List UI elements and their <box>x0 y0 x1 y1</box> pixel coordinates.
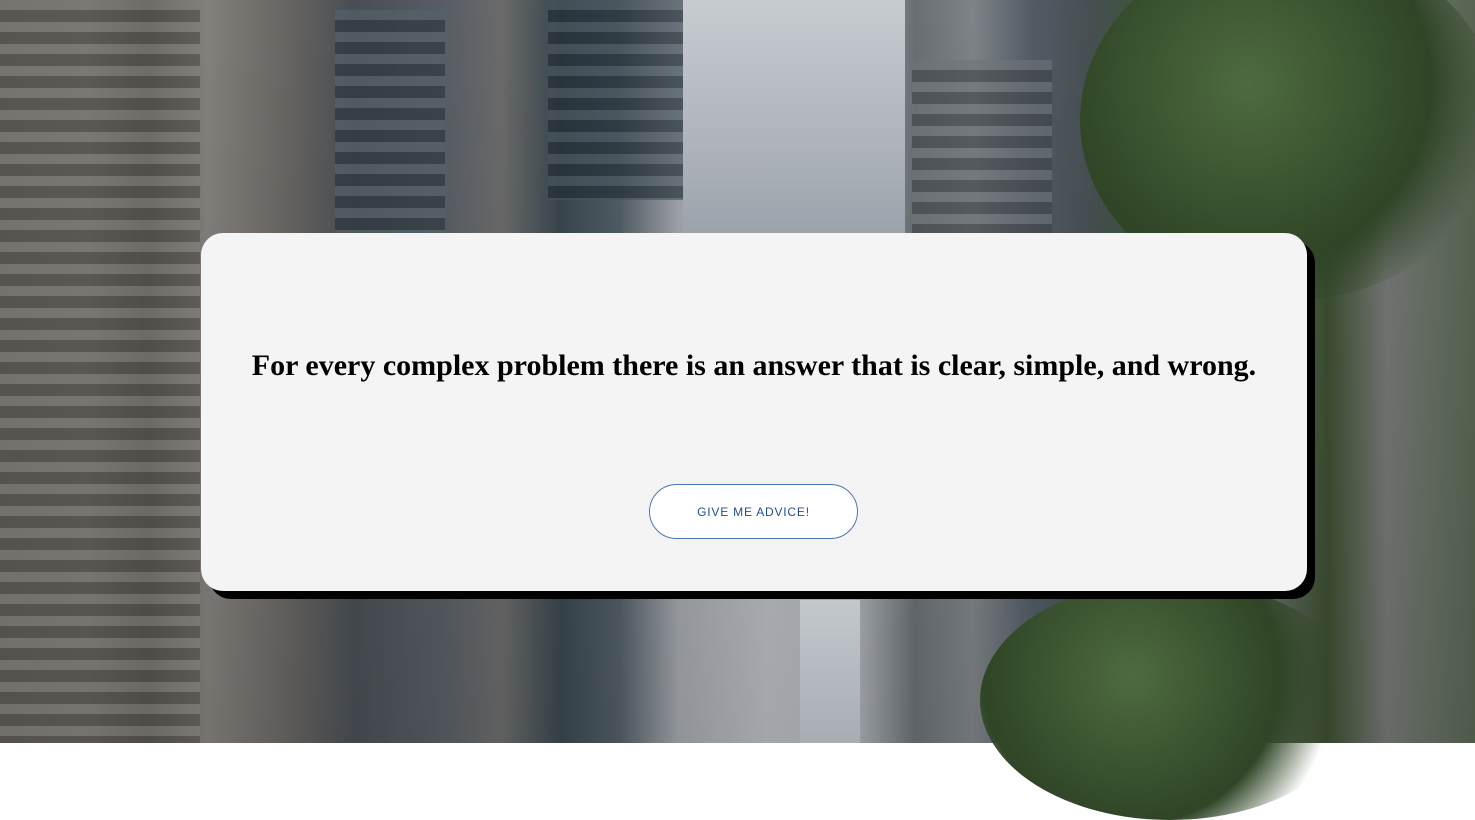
building-left <box>0 0 200 743</box>
give-advice-button[interactable]: GIVE ME ADVICE! <box>649 484 858 539</box>
advice-card: For every complex problem there is an an… <box>201 233 1307 591</box>
tree-bottom-right <box>980 580 1360 820</box>
sky-area-lower <box>800 600 860 743</box>
advice-quote: For every complex problem there is an an… <box>251 349 1257 382</box>
building-glass <box>335 10 445 240</box>
building-right-center <box>912 60 1052 235</box>
building-tower <box>548 0 683 200</box>
sky-area <box>683 0 905 240</box>
